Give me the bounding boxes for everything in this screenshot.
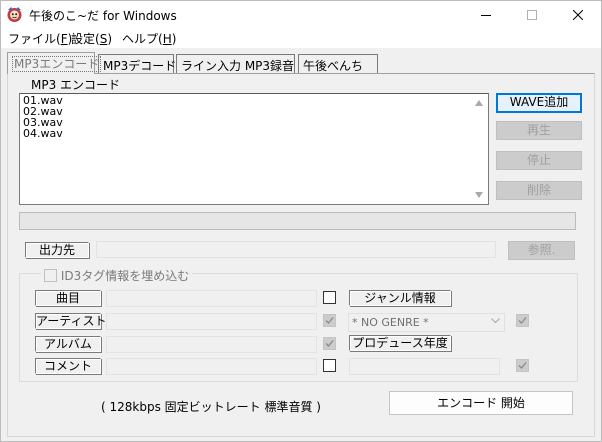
app-logo-icon [6,6,23,23]
tab-mp3-encode[interactable]: MP3エンコード [7,52,102,74]
artist-field[interactable] [106,313,317,330]
chevron-down-icon [491,318,500,324]
album-label: アルバム [35,336,101,352]
genre-select[interactable]: * NO GENRE * [348,313,505,332]
bitrate-status-text: ( 128kbps 固定ビットレート 標準音質 ) [101,400,321,414]
play-button[interactable]: 再生 [496,121,582,140]
check-icon [518,362,527,369]
title-bar[interactable]: 午後のこ~だ for Windows [1,1,601,29]
genre-label: ジャンル情報 [349,290,451,306]
menu-bar: ファイル(F) 設定(S) ヘルプ(H) [1,29,601,48]
tab-mp3-decode-label: MP3デコード [103,59,177,73]
close-icon [573,10,583,20]
year-checkbox[interactable] [516,359,529,372]
comment-checkbox[interactable] [323,359,336,372]
album-field[interactable] [106,336,317,353]
tab-gogo-bench[interactable]: 午後べんち [298,54,378,73]
stop-button[interactable]: 停止 [496,151,582,170]
id3-embed-label: ID3タグ情報を埋め込む [60,269,190,283]
menu-settings[interactable]: 設定(S) [71,30,112,47]
tab-mp3-encode-label: MP3エンコード [12,56,102,72]
check-icon [518,317,527,324]
scroll-up-icon[interactable] [475,100,483,106]
genre-select-value: * NO GENRE * [352,316,429,329]
delete-button[interactable]: 削除 [496,181,582,200]
menu-help[interactable]: ヘルプ(H) [122,30,176,47]
maximize-icon [527,10,537,20]
list-item[interactable]: 01.wav [21,95,471,106]
check-icon [325,317,334,324]
mp3-encode-group-label: MP3 エンコード [31,78,121,92]
file-list[interactable]: 01.wav 02.wav 03.wav 04.wav [19,93,489,205]
year-field[interactable] [349,358,500,375]
window-title: 午後のこ~だ for Windows [29,9,177,23]
tab-mp3-decode[interactable]: MP3デコード [98,54,177,73]
encode-progress-bar [19,212,576,230]
comment-field[interactable] [106,358,317,375]
browse-button[interactable]: 参照. [508,241,575,260]
scroll-down-icon[interactable] [475,192,483,198]
genre-checkbox[interactable] [516,314,529,327]
list-item[interactable]: 02.wav [21,106,471,117]
minimize-icon [481,15,491,16]
list-item[interactable]: 03.wav [21,117,471,128]
close-button[interactable] [555,1,601,29]
artist-label: アーティスト [35,313,107,329]
title-field[interactable] [106,290,317,307]
minimize-button[interactable] [463,1,509,29]
maximize-button[interactable] [509,1,555,29]
id3-embed-option[interactable]: ID3タグ情報を埋め込む [41,267,193,283]
file-list-scrollbar[interactable] [471,94,488,204]
list-item[interactable]: 04.wav [21,128,471,139]
app-window: 午後のこ~だ for Windows ファイル(F) 設定(S) ヘルプ(H) … [0,0,602,442]
tab-gogo-bench-label: 午後べんち [303,59,364,73]
menu-file[interactable]: ファイル(F) [8,30,72,47]
tab-line-in-record[interactable]: ライン入力 MP3録音 [176,54,295,73]
check-icon [325,340,334,347]
file-list-items: 01.wav 02.wav 03.wav 04.wav [21,95,471,139]
album-checkbox[interactable] [323,337,336,350]
year-label: プロデュース年度 [349,335,451,351]
output-label: 出力先 [25,242,89,258]
output-path-field[interactable] [96,241,496,258]
artist-checkbox[interactable] [323,314,336,327]
tab-line-in-record-label: ライン入力 MP3録音 [181,59,295,73]
comment-label: コメント [35,358,101,374]
title-checkbox[interactable] [323,291,336,304]
encode-start-button[interactable]: エンコード 開始 [389,391,573,415]
id3-embed-checkbox[interactable] [44,269,57,282]
title-label: 曲目 [35,290,101,306]
add-wave-button[interactable]: WAVE追加 [496,93,582,113]
